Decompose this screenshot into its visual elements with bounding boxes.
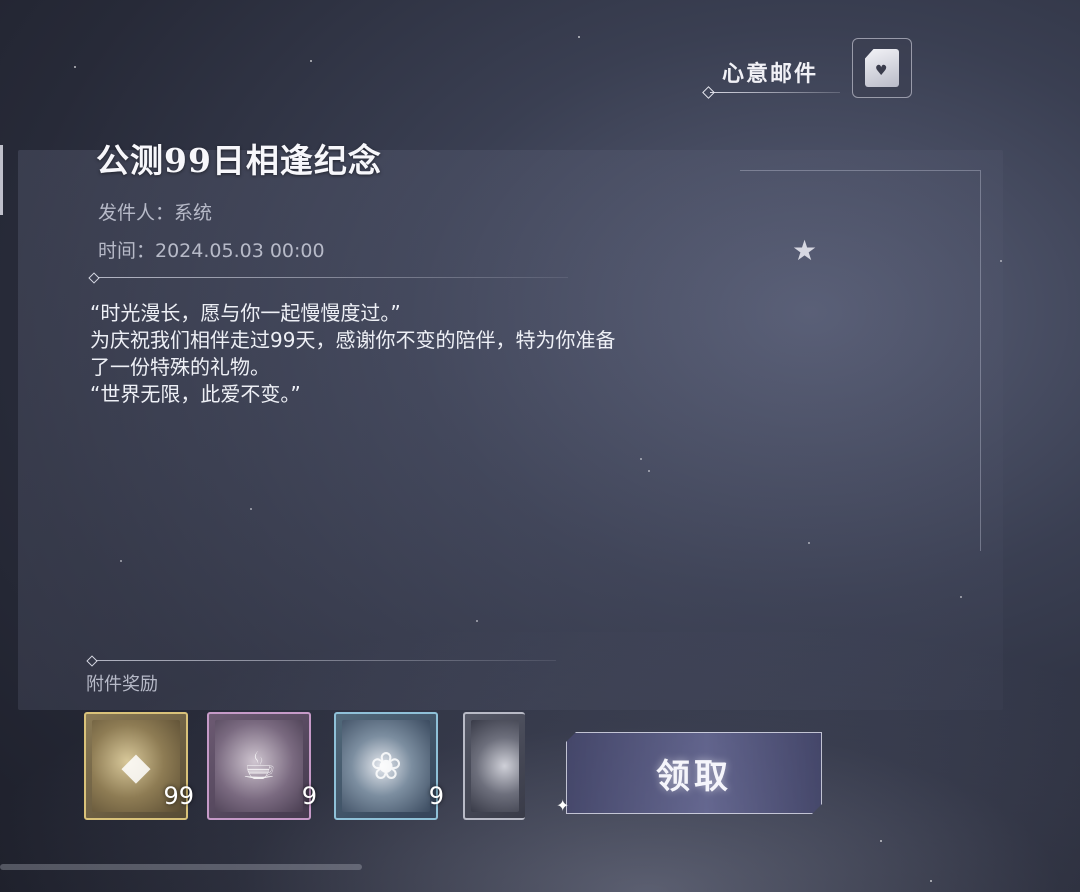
mail-time: 时间：2024.05.03 00:00 <box>98 240 325 262</box>
reward-item[interactable] <box>463 712 525 820</box>
header-divider <box>98 277 568 278</box>
heart-icon: ♥ <box>875 63 888 79</box>
mail-body-line: “时光漫长，愿与你一起慢慢度过。” <box>90 301 401 325</box>
rewards-scrollbar[interactable] <box>0 864 362 870</box>
mail-category-tag: 心意邮件 ♥ <box>700 32 920 104</box>
heart-stone-icon <box>471 720 519 812</box>
rose-icon: ❀ <box>342 720 430 812</box>
mail-body-line: 为庆祝我们相伴走过99天，感谢你不变的陪伴，特为你准备 <box>90 328 616 352</box>
reward-count: 9 <box>301 782 317 810</box>
mail-title: 公测99日相逢纪念 <box>96 141 382 180</box>
rewards-label: 附件奖励 <box>86 674 158 695</box>
reward-item[interactable]: ❀ 9 <box>334 712 444 820</box>
mail-icon-box: ♥ <box>852 38 912 98</box>
reward-item[interactable]: ◆ 99 <box>84 712 194 820</box>
reward-count: 9 <box>428 782 444 810</box>
favorite-star-icon[interactable]: ★ <box>792 234 817 267</box>
mail-category-label: 心意邮件 <box>722 62 819 87</box>
reward-count: 99 <box>163 782 194 810</box>
reward-item[interactable]: ☕ 9 <box>207 712 317 820</box>
cup-icon: ☕ <box>215 720 303 812</box>
claim-button[interactable]: 领取 <box>566 732 822 814</box>
claim-button-label: 领取 <box>656 757 732 797</box>
mail-tag-underline <box>710 92 840 93</box>
rewards-divider <box>96 660 556 661</box>
mail-body: “时光漫长，愿与你一起慢慢度过。” 为庆祝我们相伴走过99天，感谢你不变的陪伴，… <box>90 300 830 408</box>
mail-body-line: “世界无限，此爱不变。” <box>90 382 301 406</box>
sparkle-icon: ✦ <box>556 796 570 815</box>
mail-body-line: 了一份特殊的礼物。 <box>90 355 270 379</box>
mail-sender: 发件人：系统 <box>98 202 213 224</box>
left-edge-marker <box>0 145 9 215</box>
